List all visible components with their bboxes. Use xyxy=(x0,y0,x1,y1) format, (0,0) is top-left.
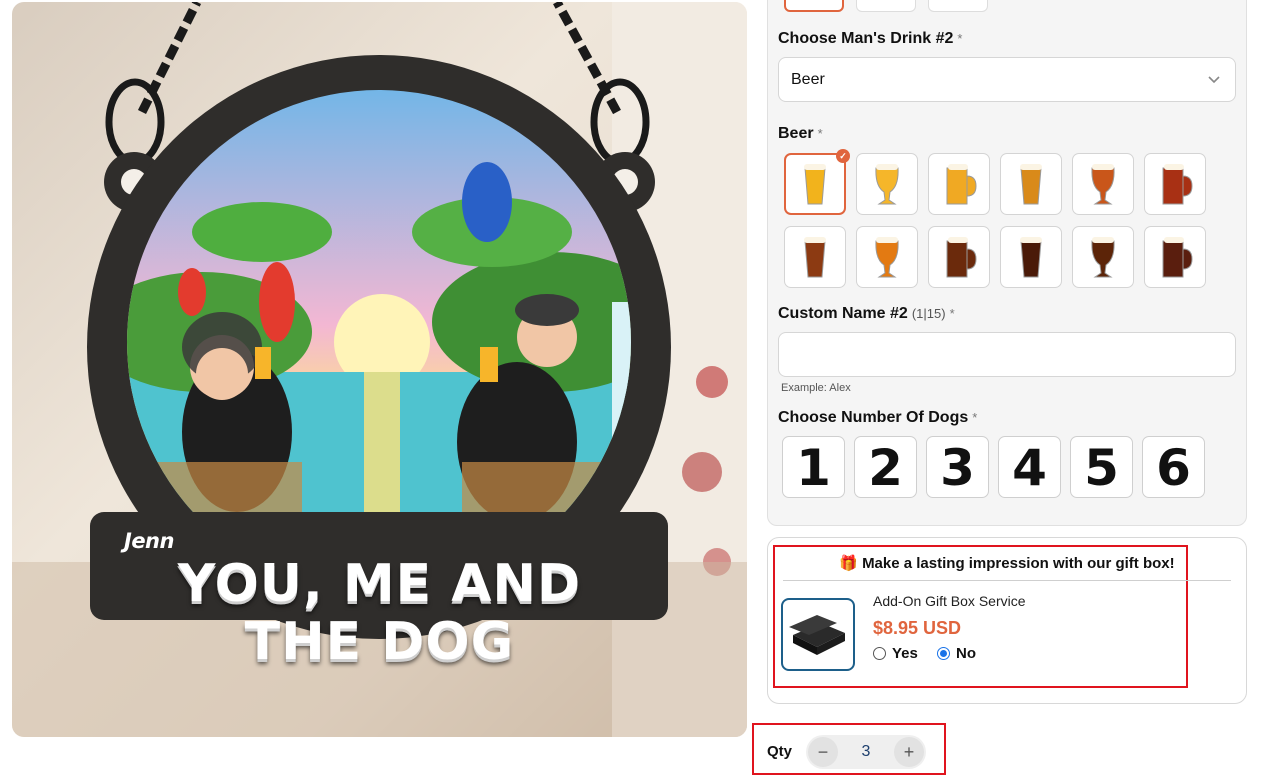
chevron-down-icon xyxy=(1208,76,1220,84)
custom-name-input[interactable] xyxy=(778,332,1236,377)
tulip-glass-lager-icon xyxy=(875,164,899,205)
selected-check-icon: ✓ xyxy=(836,149,850,163)
gift-box-image-icon xyxy=(789,614,845,655)
sign-headline-line2: THE DOG xyxy=(244,612,515,672)
quantity-stepper: − 3 + xyxy=(806,735,926,769)
gift-service-price: $8.95 USD xyxy=(873,618,962,638)
beer-option-3[interactable] xyxy=(928,153,990,215)
pilsner-glass-icon xyxy=(946,164,977,205)
dog-count-option-6[interactable]: 6 xyxy=(1142,436,1205,498)
beer-option-6[interactable] xyxy=(1144,153,1206,215)
dog-count-option-2[interactable]: 2 xyxy=(854,436,917,498)
drink-select-value: Beer xyxy=(791,71,825,88)
beer-field-label: Beer * xyxy=(778,125,823,142)
dog-count-option-4[interactable]: 4 xyxy=(998,436,1061,498)
gift-no-option[interactable]: No xyxy=(937,645,976,662)
beer-option-5[interactable] xyxy=(1072,153,1134,215)
increase-quantity-button[interactable]: + xyxy=(894,737,924,767)
radio-yes-label: Yes xyxy=(892,645,918,662)
stout-goblet-icon xyxy=(1020,237,1042,278)
radio-no-selected[interactable] xyxy=(937,647,950,660)
gift-icon: 🎁 xyxy=(839,555,859,572)
porter-tulip-icon xyxy=(1091,237,1115,278)
quantity-input[interactable]: 3 xyxy=(842,735,890,769)
gift-box-title: 🎁 Make a lasting impression with our gift… xyxy=(839,555,1175,572)
product-image[interactable]: Jenn YOU, ME AND THE DOG xyxy=(12,2,747,737)
beer-option-7[interactable] xyxy=(784,226,846,288)
decrease-quantity-button[interactable]: − xyxy=(808,737,838,767)
dog-count-option-1[interactable]: 1 xyxy=(782,436,845,498)
beer-options-grid: ✓ xyxy=(784,149,1214,288)
beer-option-1[interactable]: ✓ xyxy=(784,149,850,215)
beer-option-11[interactable] xyxy=(1072,226,1134,288)
red-ale-goblet-icon xyxy=(1162,164,1193,205)
beer-option-4[interactable] xyxy=(1000,153,1062,215)
gift-yes-option[interactable]: Yes xyxy=(873,645,918,662)
dark-ale-mug-icon xyxy=(946,237,977,278)
dogs-options-row: 1 2 3 4 5 6 xyxy=(782,436,1205,498)
beer-option-12[interactable] xyxy=(1144,226,1206,288)
beer-option-8[interactable] xyxy=(856,226,918,288)
dogs-field-label: Choose Number Of Dogs * xyxy=(778,409,978,426)
previous-option-selected[interactable] xyxy=(784,0,844,12)
brown-ale-pint-icon xyxy=(804,237,826,278)
gift-service-name: Add-On Gift Box Service xyxy=(873,593,1026,609)
beer-mug-icon xyxy=(1020,164,1042,205)
beer-option-10[interactable] xyxy=(1000,226,1062,288)
pint-glass-lager-icon xyxy=(804,164,826,205)
radio-yes[interactable] xyxy=(873,647,886,660)
amber-pint-icon xyxy=(1091,164,1115,205)
beer-option-2[interactable] xyxy=(856,153,918,215)
previous-option[interactable] xyxy=(856,0,916,12)
previous-option[interactable] xyxy=(928,0,988,12)
dog-count-option-3[interactable]: 3 xyxy=(926,436,989,498)
sign-headline-line1: YOU, ME AND xyxy=(177,554,582,614)
drink-field-label: Choose Man's Drink #2 * xyxy=(778,30,963,47)
drink-select[interactable]: Beer xyxy=(778,57,1236,102)
gift-box-thumbnail[interactable] xyxy=(781,598,855,671)
quantity-label: Qty xyxy=(767,743,793,760)
dog-count-option-5[interactable]: 5 xyxy=(1070,436,1133,498)
dark-pint-icon xyxy=(1162,237,1193,278)
custom-name-hint: Example: Alex xyxy=(781,382,851,394)
custom-name-field-label: Custom Name #2 (1|15) * xyxy=(778,305,955,322)
orange-ale-pint-icon xyxy=(875,237,899,278)
sign-name-text: Jenn xyxy=(124,529,174,553)
divider xyxy=(783,580,1231,581)
beer-option-9[interactable] xyxy=(928,226,990,288)
radio-no-label: No xyxy=(956,645,976,662)
